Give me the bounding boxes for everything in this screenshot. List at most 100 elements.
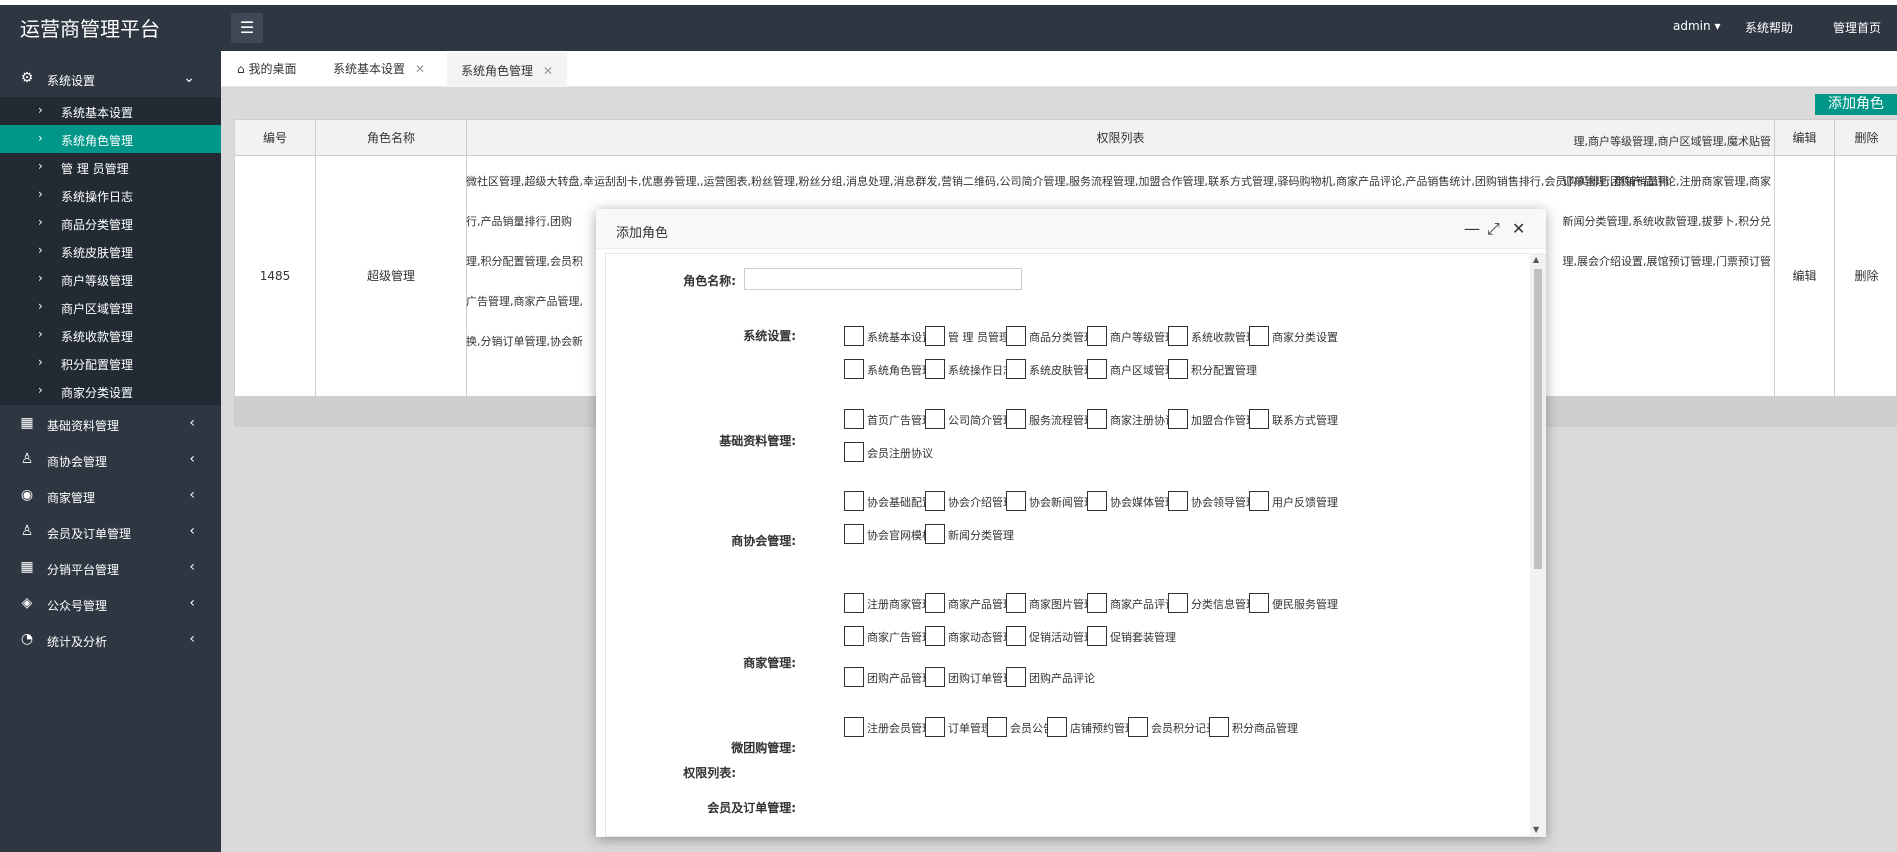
checkbox-label: 便民服务管理 <box>1272 598 1338 611</box>
scrollbar-thumb[interactable] <box>1534 269 1542 569</box>
checkbox-box[interactable] <box>1168 409 1188 429</box>
sidebar-item-admin[interactable]: › 管 理 员管理 <box>0 153 221 181</box>
checkbox-box[interactable] <box>925 409 945 429</box>
checkbox-box[interactable] <box>1006 667 1026 687</box>
checkbox-box[interactable] <box>925 593 945 613</box>
role-name-input[interactable] <box>744 268 1022 290</box>
sidebar-group-system[interactable]: ⚙ 系统设置 ⌄ <box>0 61 221 97</box>
checkbox-label: 会员积分记录 <box>1151 722 1217 735</box>
checkbox-box[interactable] <box>1047 717 1067 737</box>
sidebar-item-level[interactable]: › 商户等级管理 <box>0 265 221 293</box>
tab-label: 系统角色管理 <box>461 64 534 78</box>
checkbox-box[interactable] <box>925 326 945 346</box>
minimize-icon[interactable]: — <box>1464 219 1480 238</box>
checkbox-box[interactable] <box>844 359 864 379</box>
tab-role-management[interactable]: 系统角色管理 ✕ <box>447 51 568 87</box>
checkbox-box[interactable] <box>1168 491 1188 511</box>
section-label-group-buy: 微团购管理: <box>731 741 796 755</box>
checkbox-box[interactable] <box>844 626 864 646</box>
sidebar-group-association[interactable]: ♙ 商协会管理 ‹ <box>0 442 221 478</box>
edit-link[interactable]: 编辑 <box>1775 156 1835 396</box>
tab-basic-settings[interactable]: 系统基本设置 ✕ <box>333 51 425 87</box>
checkbox-box[interactable] <box>844 524 864 544</box>
checkbox-box[interactable] <box>1087 626 1107 646</box>
sidebar-item-label: 系统基本设置 <box>61 106 134 120</box>
sidebar-group-wechat[interactable]: ◈ 公众号管理 ‹ <box>0 586 221 622</box>
checkbox-box[interactable] <box>844 593 864 613</box>
checkbox-box[interactable] <box>1168 359 1188 379</box>
checkbox-box[interactable] <box>1087 491 1107 511</box>
sidebar-item-merchant-category[interactable]: › 商家分类设置 <box>0 377 221 405</box>
checkbox-box[interactable] <box>1168 593 1188 613</box>
sidebar-item-category[interactable]: › 商品分类管理 <box>0 209 221 237</box>
checkbox-box[interactable] <box>1087 409 1107 429</box>
checkbox-box[interactable] <box>844 442 864 462</box>
sidebar-item-basic[interactable]: › 系统基本设置 <box>0 97 221 125</box>
close-icon[interactable]: ✕ <box>415 62 425 76</box>
checkbox-box[interactable] <box>1006 491 1026 511</box>
scroll-up-icon[interactable]: ▲ <box>1533 255 1539 264</box>
checkbox-label: 积分商品管理 <box>1232 722 1298 735</box>
tab-desktop[interactable]: ⌂ 我的桌面 <box>237 51 296 87</box>
chevron-right-icon: › <box>38 355 43 369</box>
checkbox-box[interactable] <box>1209 717 1229 737</box>
close-icon[interactable]: ✕ <box>543 64 553 78</box>
checkbox-label: 商品分类管理 <box>1029 331 1095 344</box>
sidebar-group-label: 分销平台管理 <box>47 563 120 577</box>
checkbox-label: 商家产品管理 <box>948 598 1014 611</box>
sidebar-group-basic-data[interactable]: ▦ 基础资料管理 ‹ <box>0 406 221 442</box>
checkbox-box[interactable] <box>844 326 864 346</box>
chart-icon: ◔ <box>20 631 34 647</box>
close-icon[interactable]: ✕ <box>1512 219 1525 238</box>
checkbox-box[interactable] <box>1087 593 1107 613</box>
checkbox-box[interactable] <box>1006 593 1026 613</box>
sidebar-group-distribution[interactable]: ▦ 分销平台管理 ‹ <box>0 550 221 586</box>
grid-icon: ▦ <box>20 559 34 575</box>
menu-toggle-button[interactable]: ☰ <box>231 13 263 43</box>
maximize-icon[interactable]: ⤢ <box>1487 219 1500 239</box>
add-role-button[interactable]: 添加角色 <box>1815 94 1897 115</box>
checkbox-box[interactable] <box>844 717 864 737</box>
checkbox-box[interactable] <box>1249 409 1269 429</box>
gear-icon: ⚙ <box>20 70 34 86</box>
checkbox-box[interactable] <box>925 626 945 646</box>
nav-home-link[interactable]: 管理首页 <box>1833 19 1881 36</box>
user-circle-icon: ◉ <box>20 487 34 503</box>
checkbox-box[interactable] <box>925 491 945 511</box>
checkbox-box[interactable] <box>925 524 945 544</box>
nav-help-link[interactable]: 系统帮助 <box>1745 19 1793 36</box>
checkbox-box[interactable] <box>1168 326 1188 346</box>
checkbox-box[interactable] <box>844 667 864 687</box>
checkbox-box[interactable] <box>1128 717 1148 737</box>
checkbox-box[interactable] <box>844 409 864 429</box>
dialog-header: 添加角色 — ⤢ ✕ <box>596 209 1546 249</box>
delete-link[interactable]: 删除 <box>1835 156 1897 396</box>
sidebar-group-merchant[interactable]: ◉ 商家管理 ‹ <box>0 478 221 514</box>
dialog-body: 角色名称: 系统设置: 基础资料管理: 商协会管理: 商家管理: 微团购管理: … <box>605 253 1537 837</box>
scroll-down-icon[interactable]: ▼ <box>1533 825 1539 834</box>
checkbox-box[interactable] <box>844 491 864 511</box>
user-menu[interactable]: admin ▾ <box>1673 19 1720 33</box>
checkbox-box[interactable] <box>1249 593 1269 613</box>
sidebar-item-region[interactable]: › 商户区域管理 <box>0 293 221 321</box>
checkbox-box[interactable] <box>1006 359 1026 379</box>
checkbox-box[interactable] <box>925 717 945 737</box>
sidebar-item-skin[interactable]: › 系统皮肤管理 <box>0 237 221 265</box>
checkbox-box[interactable] <box>925 359 945 379</box>
section-label-basic-data: 基础资料管理: <box>719 434 796 448</box>
sidebar-item-log[interactable]: › 系统操作日志 <box>0 181 221 209</box>
checkbox-box[interactable] <box>1249 491 1269 511</box>
checkbox-box[interactable] <box>1087 326 1107 346</box>
sidebar-item-role[interactable]: › 系统角色管理 <box>0 125 221 153</box>
checkbox-box[interactable] <box>925 667 945 687</box>
checkbox-box[interactable] <box>1006 626 1026 646</box>
checkbox-box[interactable] <box>1006 326 1026 346</box>
checkbox-box[interactable] <box>1249 326 1269 346</box>
sidebar-item-points[interactable]: › 积分配置管理 <box>0 349 221 377</box>
checkbox-box[interactable] <box>987 717 1007 737</box>
sidebar-item-payment[interactable]: › 系统收款管理 <box>0 321 221 349</box>
checkbox-box[interactable] <box>1087 359 1107 379</box>
sidebar-group-stats[interactable]: ◔ 统计及分析 ‹ <box>0 622 221 658</box>
checkbox-box[interactable] <box>1006 409 1026 429</box>
sidebar-group-member-order[interactable]: ♙ 会员及订单管理 ‹ <box>0 514 221 550</box>
